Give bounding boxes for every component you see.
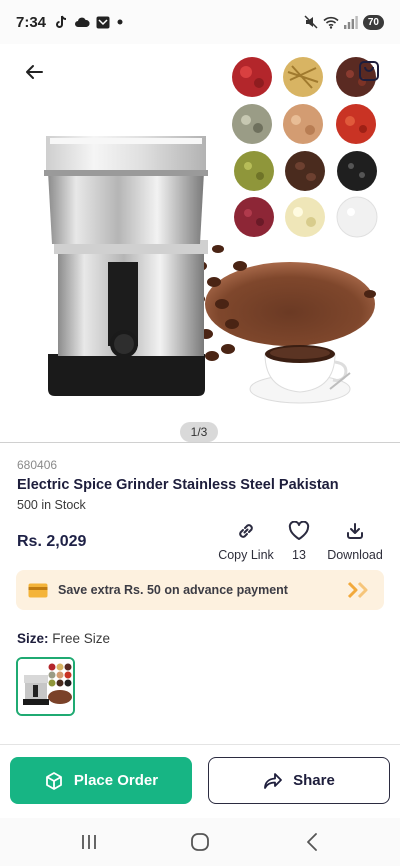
divider [0,442,400,443]
double-chevron-right-icon [347,581,368,599]
product-image-gallery[interactable]: 1/3 [0,44,400,442]
share-button[interactable]: Share [208,757,390,804]
copy-link-button[interactable]: Copy Link [214,520,278,562]
spice-grinder [44,136,208,396]
system-icons: 70 [304,14,384,30]
back-button[interactable] [20,60,48,84]
product-image [44,57,378,404]
battery-icon: 70 [362,14,384,30]
notification-icons [54,15,124,30]
mute-icon [304,15,318,29]
home-button[interactable] [188,830,212,854]
product-sku: 680406 [17,458,58,472]
image-pager: 1/3 [180,422,218,442]
status-time: 7:34 [16,13,47,31]
share-icon [264,772,283,789]
shopping-bag-icon [359,61,379,81]
system-back-button[interactable] [300,830,324,854]
stock-status: 500 in Stock [17,498,86,512]
arrow-left-icon [26,65,43,79]
coffee-cup [249,345,351,404]
size-option-thumbnail[interactable] [16,657,75,716]
bottom-bar-separator [0,744,400,745]
cloud-icon [75,17,90,27]
signal-icon [343,15,358,29]
link-icon [239,524,253,538]
place-order-button[interactable]: Place Order [10,757,192,804]
download-button[interactable]: Download [324,520,386,562]
favorite-button[interactable]: 13 [284,520,314,562]
product-title: Electric Spice Grinder Stainless Steel P… [17,477,339,493]
dot-icon [117,19,123,25]
status-bar: 7:34 70 [0,0,400,44]
system-navigation-bar [0,818,400,866]
chevron-left-icon [307,833,317,851]
size-value: Free Size [52,631,111,646]
size-selector-label: Size: Free Size [17,631,110,646]
recent-apps-icon [82,835,96,849]
size-label: Size: [17,631,49,646]
place-order-label: Place Order [73,772,159,789]
advance-payment-banner[interactable]: Save extra Rs. 50 on advance payment [16,570,384,610]
favorites-count: 13 [292,548,306,562]
card-icon [28,583,48,597]
tiktok-icon [56,15,67,28]
thumbnail-image [18,659,73,714]
share-label: Share [293,772,335,789]
cube-icon [45,771,62,790]
recent-apps-button[interactable] [77,830,101,854]
download-label: Download [327,548,383,562]
product-price: Rs. 2,029 [17,533,87,550]
promo-text: Save extra Rs. 50 on advance payment [58,583,288,597]
cart-button[interactable] [356,58,382,84]
heart-icon [288,521,310,540]
download-icon [347,523,363,539]
home-icon [191,833,209,851]
wifi-icon [323,16,339,29]
mail-icon [96,16,110,28]
copy-link-label: Copy Link [218,548,274,562]
coffee-powder [205,262,375,346]
